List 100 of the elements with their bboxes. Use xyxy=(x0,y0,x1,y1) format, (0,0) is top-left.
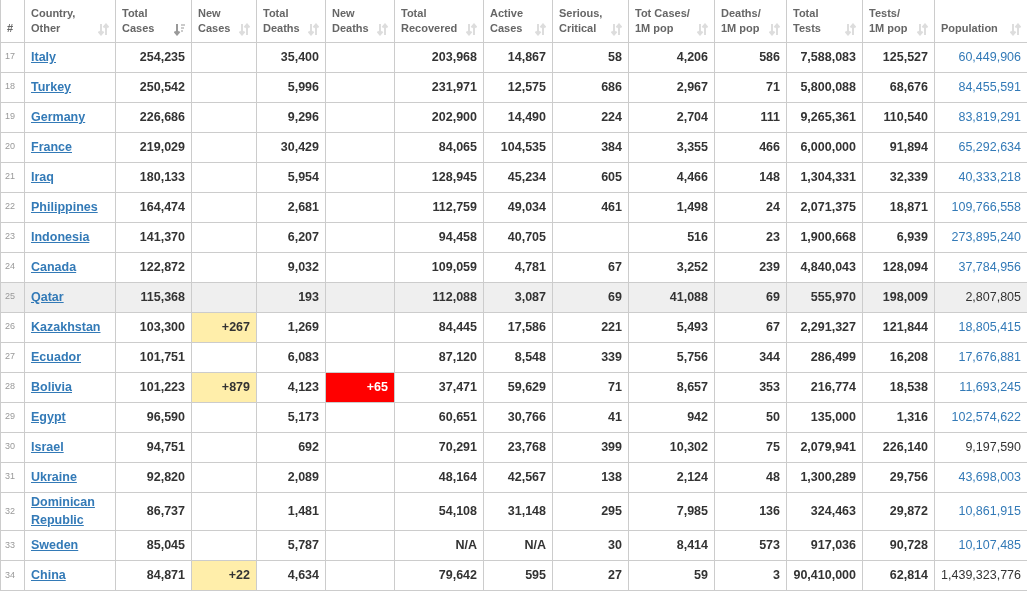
table-cell: 5,493 xyxy=(676,319,708,334)
table-row[interactable]: 33 Sweden 85,045 5,787 N/A N/A 30 8,414 573 917,036 90,728 10,107,485 xyxy=(0,530,1027,561)
row-number: 27 xyxy=(5,351,15,362)
table-cell: 18,871 xyxy=(889,199,928,214)
table-cell: 7,588,083 xyxy=(800,49,856,64)
column-header[interactable]: Total Deaths xyxy=(263,5,304,36)
table-cell: 286,499 xyxy=(810,349,856,364)
table-cell: 94,751 xyxy=(146,439,185,454)
sort-icon[interactable] xyxy=(174,22,185,36)
sort-icon[interactable] xyxy=(845,22,856,36)
table-row[interactable]: 20 France 219,029 30,429 84,065 104,535 384 3,355 466 6,000,000 91,894 65,292,634 xyxy=(0,132,1027,162)
table-row[interactable]: 18 Turkey 250,542 5,996 231,971 12,575 686 2,967 71 5,800,088 68,676 84,455,591 xyxy=(0,72,1027,102)
sort-icon[interactable] xyxy=(611,22,622,36)
table-cell: 221 xyxy=(601,319,622,334)
column-header[interactable]: Tot Cases/ 1M pop xyxy=(635,5,693,36)
column-header[interactable]: # xyxy=(7,20,14,36)
column-header[interactable]: New Deaths xyxy=(332,5,373,36)
sort-icon[interactable] xyxy=(98,22,109,36)
table-row[interactable]: 21 Iraq 180,133 5,954 128,945 45,234 605 4,466 148 1,304,331 32,339 40,333,218 xyxy=(0,162,1027,192)
table-cell: 121,844 xyxy=(882,319,928,334)
row-number: 33 xyxy=(5,539,15,550)
table-row[interactable]: 25 Qatar 115,368 193 112,088 3,087 69 41,088 69 555,970 198,009 2,807,805 xyxy=(0,282,1027,312)
table-cell: 2,079,941 xyxy=(800,439,856,454)
column-header[interactable]: New Cases xyxy=(198,5,235,36)
sort-icon[interactable] xyxy=(466,22,477,36)
table-cell: 62,814 xyxy=(889,568,928,583)
sort-icon[interactable] xyxy=(917,22,928,36)
column-header[interactable]: Serious, Critical xyxy=(559,5,607,36)
country-link[interactable]: Iraq xyxy=(31,167,54,187)
table-cell: 104,535 xyxy=(500,139,546,154)
new-cases-cell: +267 xyxy=(191,312,257,342)
table-cell: 216,774 xyxy=(810,379,856,394)
table-row[interactable]: 22 Philippines 164,474 2,681 112,759 49,034 461 1,498 24 2,071,375 18,871 109,766,558 xyxy=(0,192,1027,222)
table-cell: 353 xyxy=(759,379,780,394)
table-cell: 54,108 xyxy=(438,503,477,518)
table-cell: 4,206 xyxy=(676,49,708,64)
table-cell: 5,996 xyxy=(287,79,319,94)
table-cell: 1,316 xyxy=(896,409,928,424)
table-row[interactable]: 29 Egypt 96,590 5,173 60,651 30,766 41 942 50 135,000 1,316 102,574,622 xyxy=(0,402,1027,432)
table-row[interactable]: 24 Canada 122,872 9,032 109,059 4,781 67 3,252 239 4,840,043 128,094 37,784,956 xyxy=(0,252,1027,282)
table-row[interactable]: 23 Indonesia 141,370 6,207 94,458 40,705 516 23 1,900,668 6,939 273,895,240 xyxy=(0,222,1027,252)
row-number: 28 xyxy=(5,381,15,392)
table-cell: 92,820 xyxy=(146,469,185,484)
table-cell: 2,071,375 xyxy=(800,199,856,214)
table-cell: 8,414 xyxy=(676,538,708,553)
column-header[interactable]: Active Cases xyxy=(490,5,531,36)
table-row[interactable]: 17 Italy 254,235 35,400 203,968 14,867 58 4,206 586 7,588,083 125,527 60,449,906 xyxy=(0,42,1027,72)
table-cell: 466 xyxy=(759,139,780,154)
column-header[interactable]: Tests/ 1M pop xyxy=(869,5,913,36)
country-link[interactable]: Italy xyxy=(31,47,56,67)
table-cell: 48,164 xyxy=(438,469,477,484)
table-row[interactable]: 32 Dominican Republic 86,737 1,481 54,108 31,148 295 7,985 136 324,463 29,872 10,861,915 xyxy=(0,492,1027,531)
table-cell: 9,265,361 xyxy=(800,109,856,124)
sort-icon[interactable] xyxy=(377,22,388,36)
table-cell: 2,967 xyxy=(676,79,708,94)
table-cell: 5,800,088 xyxy=(800,79,856,94)
table-cell: 6,083 xyxy=(287,349,319,364)
table-cell: 1,481 xyxy=(287,503,319,518)
sort-icon[interactable] xyxy=(697,22,708,36)
row-number: 18 xyxy=(5,81,15,92)
sort-icon[interactable] xyxy=(1010,22,1021,36)
table-row[interactable]: 31 Ukraine 92,820 2,089 48,164 42,567 138 2,124 48 1,300,289 29,756 43,698,003 xyxy=(0,462,1027,492)
table-cell: 148 xyxy=(759,169,780,184)
sort-icon[interactable] xyxy=(769,22,780,36)
row-number: 24 xyxy=(5,261,15,272)
column-header[interactable]: Total Tests xyxy=(793,5,841,36)
column-header[interactable]: Deaths/ 1M pop xyxy=(721,5,765,36)
table-row[interactable]: 28 Bolivia 101,223 +879 4,123 +65 37,471 59,629 71 8,657 353 216,774 18,538 11,693,245 xyxy=(0,372,1027,402)
column-header[interactable]: Country, Other xyxy=(31,5,94,36)
column-header[interactable]: Population xyxy=(941,20,998,36)
sort-icon[interactable] xyxy=(239,22,250,36)
table-cell: 101,751 xyxy=(139,349,185,364)
table-cell: 90,410,000 xyxy=(793,568,856,583)
sort-icon[interactable] xyxy=(308,22,319,36)
table-cell: 96,590 xyxy=(146,409,185,424)
table-cell: 10,302 xyxy=(669,439,708,454)
table-cell: N/A xyxy=(455,538,477,553)
table-row[interactable]: 34 China 84,871 +22 4,634 79,642 595 27 59 3 90,410,000 62,814 1,439,323,776 xyxy=(0,560,1027,591)
row-number: 34 xyxy=(5,569,15,580)
table-cell: 344 xyxy=(759,349,780,364)
table-cell: 68,676 xyxy=(889,79,928,94)
table-row[interactable]: 30 Israel 94,751 692 70,291 23,768 399 10,302 75 2,079,941 226,140 9,197,590 xyxy=(0,432,1027,462)
table-cell: 226,140 xyxy=(882,439,928,454)
table-row[interactable]: 27 Ecuador 101,751 6,083 87,120 8,548 339 5,756 344 286,499 16,208 17,676,881 xyxy=(0,342,1027,372)
row-number: 23 xyxy=(5,231,15,242)
column-header[interactable]: Total Recovered xyxy=(401,5,462,36)
table-cell: 37,471 xyxy=(438,379,477,394)
table-cell: 31,148 xyxy=(507,503,546,518)
table-cell: 692 xyxy=(298,439,319,454)
table-row[interactable]: 19 Germany 226,686 9,296 202,900 14,490 224 2,704 111 9,265,361 110,540 83,819,291 xyxy=(0,102,1027,132)
table-cell: 18,538 xyxy=(889,379,928,394)
column-header[interactable]: Total Cases xyxy=(122,5,170,36)
table-cell: 516 xyxy=(687,229,708,244)
table-cell: 91,894 xyxy=(889,139,928,154)
table-cell: 138 xyxy=(601,469,622,484)
sort-icon[interactable] xyxy=(535,22,546,36)
table-cell: 2,291,327 xyxy=(800,319,856,334)
new-cases-cell: +22 xyxy=(191,560,257,591)
table-row[interactable]: 26 Kazakhstan 103,300 +267 1,269 84,445 17,586 221 5,493 67 2,291,327 121,844 18,805,415 xyxy=(0,312,1027,342)
table-cell: 128,094 xyxy=(882,259,928,274)
